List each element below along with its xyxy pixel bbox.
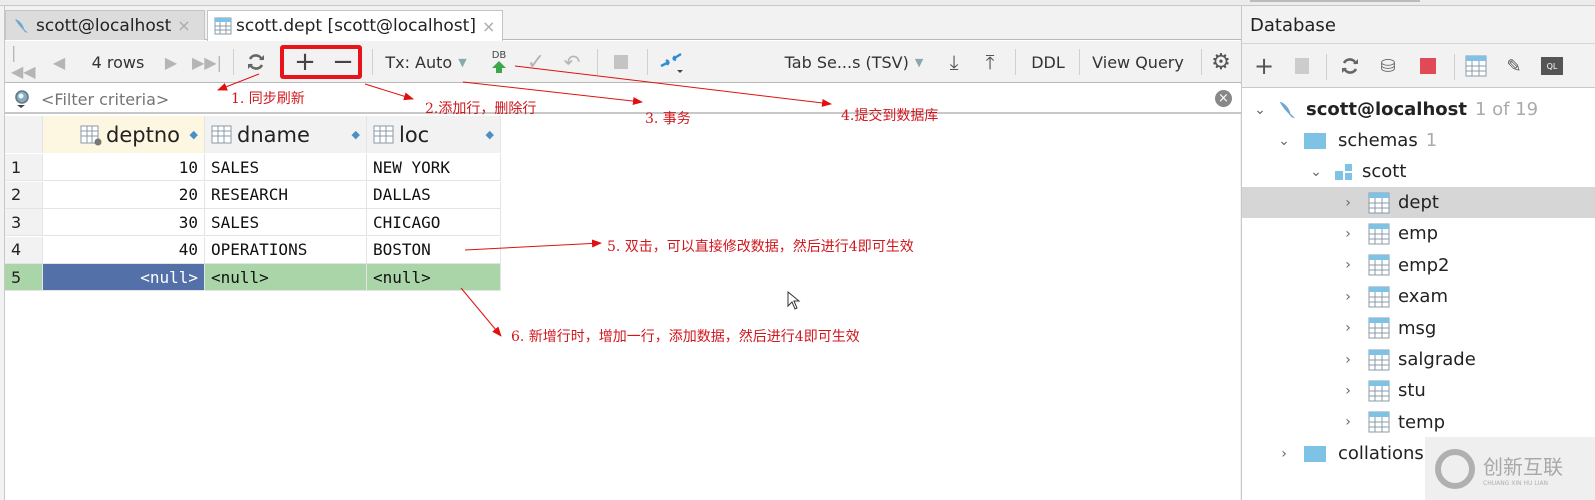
schema-icon bbox=[1335, 163, 1352, 180]
sql-console-icon[interactable]: QL bbox=[1538, 52, 1566, 80]
chevron-right-icon[interactable]: › bbox=[1338, 320, 1358, 336]
mouse-cursor-icon bbox=[787, 291, 801, 310]
database-panel-title: Database bbox=[1242, 6, 1595, 44]
db-properties-icon[interactable]: ⛁ bbox=[1374, 52, 1402, 80]
refresh-icon[interactable] bbox=[1336, 52, 1364, 80]
watermark-logo-icon bbox=[1435, 448, 1475, 489]
tree-node-connection[interactable]: ⌄ scott@localhost 1 of 19 bbox=[1250, 94, 1538, 125]
chevron-right-icon[interactable]: › bbox=[1338, 352, 1358, 368]
tree-node-schema[interactable]: ⌄ scott bbox=[1306, 156, 1406, 187]
watermark: 创新互联 CHUANG XIN HU LIAN bbox=[1425, 437, 1595, 500]
annotation-6: 6. 新增行时，增加一行，添加数据，然后进行4即可生效 bbox=[511, 329, 860, 345]
table-icon bbox=[1368, 349, 1390, 370]
tree-node-table[interactable]: › salgrade bbox=[1338, 344, 1476, 375]
arrow-4 bbox=[514, 65, 832, 107]
tree-node-table[interactable]: › dept bbox=[1242, 187, 1595, 218]
tree-node-collations[interactable]: › collations bbox=[1274, 438, 1424, 469]
tree-node-schemas[interactable]: ⌄ schemas 1 bbox=[1274, 125, 1437, 156]
table-icon bbox=[1368, 286, 1390, 308]
table-icon bbox=[1368, 317, 1390, 339]
tree-node-table[interactable]: › emp2 bbox=[1338, 250, 1450, 281]
mysql-dolphin-icon bbox=[1279, 101, 1296, 118]
chevron-right-icon[interactable]: › bbox=[1338, 414, 1358, 430]
database-toolbar: + ⛁ ✎ QL bbox=[1242, 44, 1595, 88]
chevron-right-icon[interactable]: › bbox=[1274, 446, 1294, 462]
add-datasource-icon[interactable]: + bbox=[1250, 52, 1278, 80]
chevron-right-icon[interactable]: › bbox=[1338, 226, 1358, 242]
tree-node-table[interactable]: › emp bbox=[1338, 218, 1438, 249]
table-icon bbox=[1368, 192, 1390, 213]
tree-node-table[interactable]: › exam bbox=[1338, 281, 1448, 312]
tree-node-table[interactable]: › stu bbox=[1338, 375, 1426, 406]
chevron-right-icon[interactable]: › bbox=[1338, 289, 1358, 305]
table-view-icon[interactable] bbox=[1462, 52, 1490, 80]
table-icon bbox=[1368, 254, 1390, 276]
edit-pencil-icon[interactable]: ✎ bbox=[1500, 52, 1528, 80]
table-icon bbox=[1368, 223, 1390, 245]
database-panel: Database + ⛁ ✎ QL ⌄ scott@localhost 1 of… bbox=[1241, 6, 1595, 500]
annotation-4: 4.提交到数据库 bbox=[841, 108, 939, 124]
disconnect-icon[interactable] bbox=[1414, 52, 1442, 80]
chevron-right-icon[interactable]: › bbox=[1338, 383, 1358, 399]
tree-node-table[interactable]: › msg bbox=[1338, 313, 1436, 344]
annotation-2: 2.添加行，删除行 bbox=[425, 101, 537, 117]
chevron-right-icon[interactable]: › bbox=[1338, 257, 1358, 273]
folder-icon bbox=[1304, 132, 1326, 149]
arrow-5 bbox=[464, 239, 602, 251]
chevron-down-icon[interactable]: ⌄ bbox=[1306, 164, 1326, 180]
annotation-3: 3. 事务 bbox=[645, 111, 691, 127]
table-icon bbox=[1368, 411, 1390, 433]
tree-node-table[interactable]: › temp bbox=[1338, 407, 1445, 438]
chevron-down-icon[interactable]: ⌄ bbox=[1274, 133, 1294, 149]
chevron-right-icon[interactable]: › bbox=[1338, 195, 1358, 211]
table-icon bbox=[1368, 380, 1390, 402]
folder-icon bbox=[1304, 445, 1326, 462]
arrow-2 bbox=[364, 83, 414, 101]
copy-icon[interactable] bbox=[1288, 52, 1316, 80]
table-editor: scott@localhost × scott.dept [scott@loca… bbox=[4, 6, 1241, 500]
arrow-6 bbox=[460, 287, 502, 337]
annotation-1: 1. 同步刷新 bbox=[231, 91, 305, 107]
annotation-5: 5. 双击，可以直接修改数据，然后进行4即可生效 bbox=[607, 239, 914, 255]
chevron-down-icon[interactable]: ⌄ bbox=[1250, 102, 1270, 118]
